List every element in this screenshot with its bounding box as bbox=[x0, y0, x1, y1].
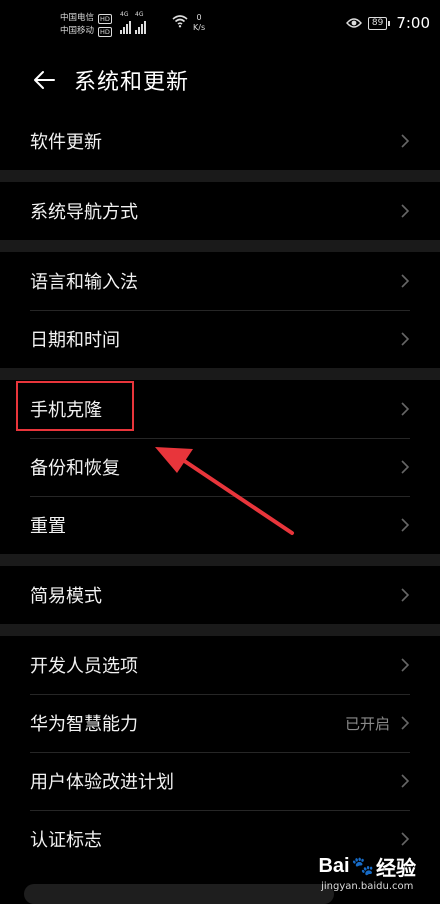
chevron-right-icon bbox=[401, 402, 410, 416]
item-label: 语言和输入法 bbox=[30, 272, 138, 293]
chevron-right-icon bbox=[401, 134, 410, 148]
group-separator bbox=[0, 170, 440, 182]
signal-group: 4G 4G bbox=[120, 12, 146, 34]
chevron-right-icon bbox=[401, 332, 410, 346]
speed-value: 0 bbox=[196, 13, 202, 22]
chevron-right-icon bbox=[401, 588, 410, 602]
battery-icon: 89 bbox=[367, 16, 391, 30]
watermark: Bai 🐾 经验 jingyan.baidu.com bbox=[318, 852, 416, 892]
item-label: 华为智慧能力 bbox=[30, 714, 138, 735]
page-header: 系统和更新 bbox=[0, 52, 440, 108]
chevron-right-icon bbox=[401, 716, 410, 730]
settings-group: 软件更新 bbox=[0, 112, 440, 170]
item-status: 已开启 bbox=[344, 714, 390, 733]
signal-icon: 4G bbox=[135, 12, 146, 34]
bottom-bar bbox=[24, 884, 334, 904]
settings-group: 语言和输入法 日期和时间 bbox=[0, 252, 440, 368]
settings-item-backup-restore[interactable]: 备份和恢复 bbox=[0, 438, 440, 496]
watermark-brand: Bai bbox=[318, 855, 350, 877]
battery-level: 89 bbox=[367, 16, 388, 30]
item-label: 开发人员选项 bbox=[30, 656, 138, 677]
item-label: 简易模式 bbox=[30, 586, 102, 607]
item-label: 重置 bbox=[30, 516, 66, 537]
chevron-right-icon bbox=[401, 658, 410, 672]
speed-unit: K/s bbox=[193, 23, 206, 32]
item-label: 日期和时间 bbox=[30, 330, 120, 351]
back-arrow-icon bbox=[34, 71, 55, 89]
chevron-right-icon bbox=[401, 274, 410, 288]
settings-item-simple-mode[interactable]: 简易模式 bbox=[0, 566, 440, 624]
chevron-right-icon bbox=[401, 518, 410, 532]
back-button[interactable] bbox=[24, 60, 64, 100]
settings-item-date-time[interactable]: 日期和时间 bbox=[0, 310, 440, 368]
group-separator bbox=[0, 368, 440, 380]
chevron-right-icon bbox=[401, 460, 410, 474]
item-label: 备份和恢复 bbox=[30, 458, 120, 479]
settings-item-language-input[interactable]: 语言和输入法 bbox=[0, 252, 440, 310]
chevron-right-icon bbox=[401, 774, 410, 788]
clock: 7:00 bbox=[396, 14, 430, 32]
item-label: 软件更新 bbox=[30, 132, 102, 153]
hd-badge: HD bbox=[98, 26, 112, 37]
settings-item-user-experience[interactable]: 用户体验改进计划 bbox=[0, 752, 440, 810]
settings-item-software-update[interactable]: 软件更新 bbox=[0, 112, 440, 170]
highlight-box bbox=[16, 381, 134, 431]
item-label: 用户体验改进计划 bbox=[30, 772, 174, 793]
settings-group: 简易模式 bbox=[0, 566, 440, 624]
carrier-info: 中国电信 HD 中国移动 HD bbox=[60, 12, 112, 38]
chevron-right-icon bbox=[401, 832, 410, 846]
settings-group: 开发人员选项 华为智慧能力 已开启 用户体验改进计划 认证标志 bbox=[0, 636, 440, 868]
watermark-url: jingyan.baidu.com bbox=[321, 881, 414, 892]
settings-item-reset[interactable]: 重置 bbox=[0, 496, 440, 554]
page-title: 系统和更新 bbox=[74, 70, 190, 95]
settings-item-huawei-intelligence[interactable]: 华为智慧能力 已开启 bbox=[0, 694, 440, 752]
status-right: 89 7:00 bbox=[345, 14, 430, 32]
status-bar: 中国电信 HD 中国移动 HD 4G 4G 0 K/s 89 7:00 bbox=[0, 0, 440, 50]
eye-icon bbox=[345, 18, 362, 28]
item-label: 认证标志 bbox=[30, 830, 102, 851]
network-speed: 0 K/s bbox=[193, 13, 205, 33]
wifi-icon bbox=[172, 15, 188, 28]
chevron-right-icon bbox=[401, 204, 410, 218]
signal-icon: 4G bbox=[120, 12, 131, 34]
settings-item-navigation[interactable]: 系统导航方式 bbox=[0, 182, 440, 240]
watermark-suffix: 经验 bbox=[376, 858, 416, 880]
item-label: 系统导航方式 bbox=[30, 202, 138, 223]
paw-icon: 🐾 bbox=[351, 856, 374, 876]
hd-badge: HD bbox=[98, 13, 112, 24]
settings-item-developer-options[interactable]: 开发人员选项 bbox=[0, 636, 440, 694]
group-separator bbox=[0, 554, 440, 566]
carrier-2: 中国移动 bbox=[60, 26, 95, 36]
group-separator bbox=[0, 240, 440, 252]
carrier-1: 中国电信 bbox=[60, 13, 95, 23]
settings-group: 系统导航方式 bbox=[0, 182, 440, 240]
group-separator bbox=[0, 624, 440, 636]
